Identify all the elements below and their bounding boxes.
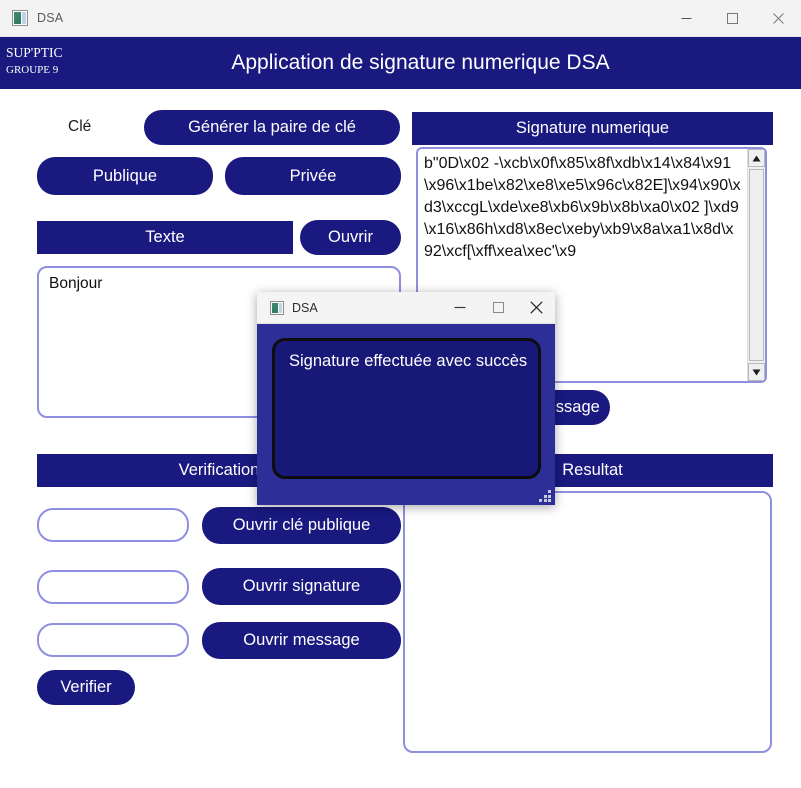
close-button[interactable] [755, 0, 801, 37]
message-textarea-value: Bonjour [49, 275, 103, 292]
window-controls [663, 0, 801, 37]
public-key-button[interactable]: Publique [37, 157, 213, 195]
maximize-button[interactable] [709, 0, 755, 37]
app-icon [12, 10, 28, 26]
scroll-down-icon[interactable] [748, 363, 765, 381]
open-message-button[interactable]: Ouvrir message [202, 622, 401, 659]
scrollbar-track[interactable] [748, 167, 765, 363]
signature-output-value: b"0D\x02 -\xcb\x0f\x85\x8f\xdb\x14\x84\x… [424, 155, 741, 260]
signature-header-bar: Signature numerique [412, 112, 773, 145]
dialog-app-icon [270, 300, 284, 315]
header-banner: SUP'PTIC GROUPE 9 Application de signatu… [0, 37, 801, 89]
public-key-path-input[interactable] [37, 508, 189, 542]
open-signature-button[interactable]: Ouvrir signature [202, 568, 401, 605]
scroll-up-icon[interactable] [748, 149, 765, 167]
brand-line-1: SUP'PTIC [6, 45, 63, 60]
window-title: DSA [37, 11, 64, 25]
signature-path-input[interactable] [37, 570, 189, 604]
dialog-message: Signature effectuée avec succès [289, 352, 528, 370]
dsa-application-window: DSA SUP'PTIC GROUPE 9 Application de sig… [0, 0, 801, 788]
private-key-button[interactable]: Privée [225, 157, 401, 195]
success-dialog: DSA Signature effectuée avec succès [257, 292, 555, 505]
scrollbar-thumb[interactable] [749, 169, 764, 361]
texte-header-bar: Texte [37, 221, 293, 254]
verify-button[interactable]: Verifier [37, 670, 135, 705]
brand-block: SUP'PTIC GROUPE 9 [6, 43, 62, 79]
dialog-maximize-button[interactable] [479, 292, 517, 324]
message-path-input[interactable] [37, 623, 189, 657]
window-titlebar: DSA [0, 0, 801, 37]
dialog-body: Signature effectuée avec succès [257, 324, 555, 505]
dialog-minimize-button[interactable] [441, 292, 479, 324]
cle-label: Clé [68, 118, 92, 135]
dialog-window-controls [441, 292, 555, 324]
open-text-button[interactable]: Ouvrir [300, 220, 401, 255]
generate-key-pair-button[interactable]: Générer la paire de clé [144, 110, 400, 145]
dialog-message-box: Signature effectuée avec succès [272, 338, 541, 479]
dialog-title: DSA [292, 300, 318, 315]
page-title: Application de signature numerique DSA [231, 51, 610, 74]
dialog-close-button[interactable] [517, 292, 555, 324]
signature-scrollbar[interactable] [747, 149, 765, 381]
dialog-resize-grip[interactable] [539, 490, 551, 502]
open-public-key-button[interactable]: Ouvrir clé publique [202, 507, 401, 544]
minimize-button[interactable] [663, 0, 709, 37]
brand-line-2: GROUPE 9 [6, 63, 59, 76]
result-textarea[interactable] [403, 491, 772, 753]
dialog-titlebar: DSA [257, 292, 555, 324]
